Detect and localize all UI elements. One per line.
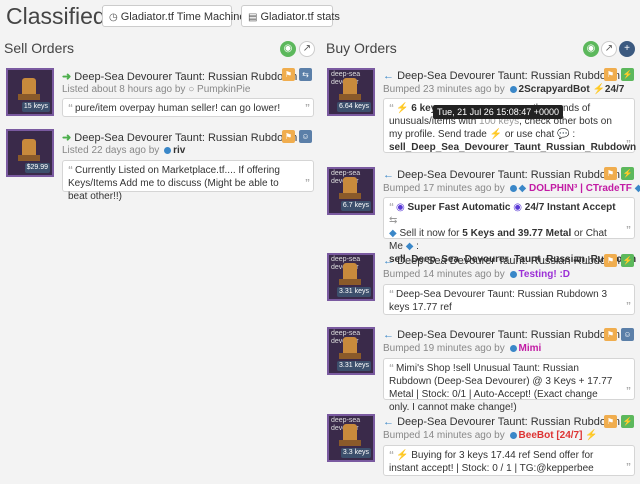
user-link[interactable]: DOLPHIN³ | CTradeTF: [529, 183, 632, 194]
user-link[interactable]: 2ScrapyardBot: [519, 84, 590, 95]
price-tag: 15 keys: [21, 102, 50, 112]
price-tag: 6.64 keys: [337, 102, 371, 112]
add-friend-icon[interactable]: ☺: [299, 130, 312, 143]
arrow-left-icon: ←: [383, 255, 394, 267]
eye-icon[interactable]: ◉: [583, 41, 599, 57]
listing-meta: Listed 22 days ago by riv: [62, 145, 186, 156]
user-link[interactable]: BeeBot [24/7]: [519, 430, 583, 441]
item-icon[interactable]: deep-sea devourer 3.31 keys: [327, 253, 375, 301]
page-header: Classifieds ◷ Gladiator.tf Time Machine ▤…: [0, 0, 640, 34]
item-icon[interactable]: deep-sea devourer 6.64 keys: [327, 68, 375, 116]
time-machine-button[interactable]: ◷ Gladiator.tf Time Machine: [102, 5, 245, 27]
flag-icon[interactable]: ⚑: [282, 130, 295, 143]
item-icon[interactable]: 15 keys: [6, 68, 54, 116]
expand-icon[interactable]: ↗: [601, 41, 617, 57]
listing-comment: “pure/item overpay human seller! can go …: [62, 98, 314, 117]
price-tag: 3.31 keys: [337, 287, 371, 297]
arrow-left-icon: ←: [383, 416, 394, 428]
listing-meta: Bumped 23 minutes ago by 2ScrapyardBot ⚡…: [383, 84, 625, 95]
listing-comment: “Currently Listed on Marketplace.tf.... …: [62, 160, 314, 202]
arrow-right-icon: ➜: [62, 71, 72, 83]
item-icon[interactable]: deep-sea devourer 6.7 keys: [327, 167, 375, 215]
chart-icon: ▤: [248, 12, 258, 23]
listing-comment: “Deep-Sea Devourer Taunt: Russian Rubdow…: [383, 284, 635, 315]
flag-icon[interactable]: ⚑: [604, 254, 617, 267]
arrow-left-icon: ←: [383, 329, 394, 341]
arrow-left-icon: ←: [383, 169, 394, 181]
listing-title[interactable]: ➜ Deep-Sea Devourer Taunt: Russian Rubdo…: [62, 70, 297, 83]
listing-comment: “⚡ Buying for 3 keys 17.44 ref Send offe…: [383, 445, 635, 476]
price-tag: 3.31 keys: [337, 361, 371, 371]
lightning-icon[interactable]: ⚡: [621, 68, 634, 81]
item-icon[interactable]: deep-sea devourer 3.3 keys: [327, 414, 375, 462]
listing-title[interactable]: ➜ Deep-Sea Devourer Taunt: Russian Rubdo…: [62, 131, 297, 144]
listing-comment: “◉ Super Fast Automatic ◉ 24/7 Instant A…: [383, 197, 636, 265]
listing-meta: Bumped 17 minutes ago by ◆ DOLPHIN³ | CT…: [383, 183, 640, 194]
expand-icon[interactable]: ↗: [299, 41, 315, 57]
listing-title[interactable]: ← Deep-Sea Devourer Taunt: Russian Rubdo…: [383, 416, 620, 428]
listing-meta: Bumped 14 minutes ago by BeeBot [24/7] ⚡: [383, 430, 598, 441]
user-link[interactable]: Testing! :D: [519, 269, 570, 280]
eye-icon[interactable]: ◉: [280, 41, 296, 57]
lightning-icon[interactable]: ⚡: [621, 167, 634, 180]
swap-icon[interactable]: ⇆: [299, 68, 312, 81]
clock-icon: ◷: [109, 12, 118, 23]
flag-icon[interactable]: ⚑: [282, 68, 295, 81]
listing-meta: Bumped 19 minutes ago by Mimi: [383, 343, 542, 354]
add-icon[interactable]: +: [619, 41, 635, 57]
price-tag: 6.7 keys: [340, 201, 371, 211]
listing-title[interactable]: ← Deep-Sea Devourer Taunt: Russian Rubdo…: [383, 255, 620, 267]
page-title: Classifieds: [6, 3, 118, 29]
item-icon[interactable]: deep-sea devourer 3.31 keys: [327, 327, 375, 375]
listing-title[interactable]: ← Deep-Sea Devourer Taunt: Russian Rubdo…: [383, 169, 620, 181]
price-tag: $29.99: [24, 163, 50, 173]
lightning-icon[interactable]: ⚡: [621, 415, 634, 428]
buy-orders-title: Buy Orders: [326, 40, 397, 56]
user-link[interactable]: PumpkinPie: [197, 84, 250, 95]
price-tag: 3.3 keys: [340, 448, 371, 458]
arrow-right-icon: ➜: [62, 132, 72, 144]
arrow-left-icon: ←: [383, 70, 394, 82]
flag-icon[interactable]: ⚑: [604, 328, 617, 341]
listing-meta: Bumped 14 minutes ago by Testing! :D: [383, 269, 571, 280]
sell-orders-title: Sell Orders: [4, 40, 75, 56]
user-link[interactable]: riv: [173, 145, 185, 156]
stats-button[interactable]: ▤ Gladiator.tf stats: [241, 5, 340, 27]
flag-icon[interactable]: ⚑: [604, 415, 617, 428]
listing-title[interactable]: ← Deep-Sea Devourer Taunt: Russian Rubdo…: [383, 329, 620, 341]
item-icon[interactable]: $29.99: [6, 129, 54, 177]
lightning-icon[interactable]: ⚡: [621, 254, 634, 267]
listing-title[interactable]: ← Deep-Sea Devourer Taunt: Russian Rubdo…: [383, 70, 620, 82]
timestamp-tooltip: Tue, 21 Jul 26 15:08:47 +0000: [433, 105, 564, 119]
listing-comment: “Mimi's Shop !sell Unusual Taunt: Russia…: [383, 358, 635, 413]
flag-icon[interactable]: ⚑: [604, 68, 617, 81]
add-friend-icon[interactable]: ☺: [621, 328, 634, 341]
listing-meta: Listed about 8 hours ago by ○ PumpkinPie: [62, 84, 251, 95]
flag-icon[interactable]: ⚑: [604, 167, 617, 180]
user-link[interactable]: Mimi: [519, 343, 542, 354]
